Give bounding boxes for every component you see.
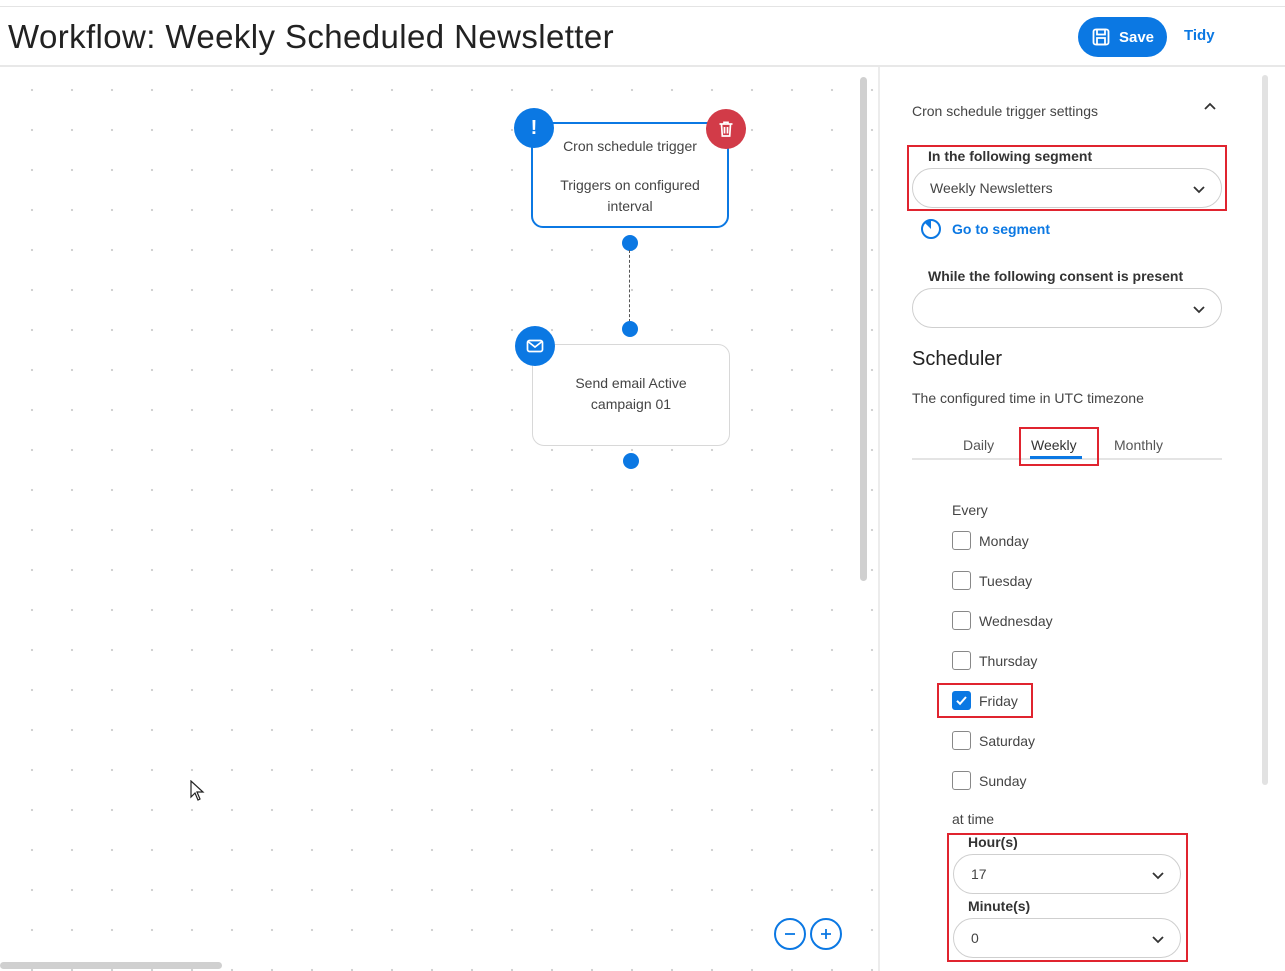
day-label: Wednesday bbox=[979, 612, 1053, 629]
segment-pie-icon bbox=[921, 219, 941, 239]
workflow-editor: Workflow: Weekly Scheduled Newsletter Sa… bbox=[0, 0, 1285, 971]
scheduler-subtitle: The configured time in UTC timezone bbox=[912, 390, 1144, 406]
time-highlight bbox=[947, 833, 1188, 962]
email-output-port[interactable] bbox=[623, 453, 639, 469]
chevron-up-icon[interactable] bbox=[1202, 99, 1218, 115]
day-monday[interactable]: Monday bbox=[952, 531, 1029, 550]
send-email-node[interactable]: Send email Active campaign 01 bbox=[532, 344, 730, 446]
header: Workflow: Weekly Scheduled Newsletter Sa… bbox=[0, 7, 1285, 67]
checkbox-thursday[interactable] bbox=[952, 651, 971, 670]
chevron-down-icon bbox=[1193, 306, 1205, 314]
settings-panel: Cron schedule trigger settings In the fo… bbox=[880, 67, 1285, 971]
minus-glyph bbox=[785, 933, 795, 935]
day-label: Sunday bbox=[979, 772, 1027, 789]
day-tuesday[interactable]: Tuesday bbox=[952, 571, 1032, 590]
checkbox-sunday[interactable] bbox=[952, 771, 971, 790]
trigger-output-port[interactable] bbox=[622, 235, 638, 251]
plus-glyph bbox=[821, 929, 831, 939]
day-label: Monday bbox=[979, 532, 1029, 549]
save-button-label: Save bbox=[1118, 28, 1155, 46]
mail-icon bbox=[515, 326, 555, 366]
day-label: Tuesday bbox=[979, 572, 1033, 589]
every-label: Every bbox=[952, 502, 988, 518]
mouse-cursor-icon bbox=[190, 780, 205, 801]
day-wednesday[interactable]: Wednesday bbox=[952, 611, 1053, 630]
mail-icon-graphic bbox=[526, 339, 544, 353]
tab-monthly[interactable]: Monthly bbox=[1114, 437, 1163, 453]
warning-icon[interactable]: ! bbox=[514, 108, 554, 148]
trigger-node-subtitle: Triggers on configured interval bbox=[560, 177, 700, 214]
checkbox-tuesday[interactable] bbox=[952, 571, 971, 590]
trigger-node-title: Cron schedule trigger bbox=[563, 138, 697, 154]
section-title: Cron schedule trigger settings bbox=[912, 103, 1098, 119]
email-node-label: Send email Active campaign 01 bbox=[575, 375, 687, 412]
checkbox-monday[interactable] bbox=[952, 531, 971, 550]
page-title: Workflow: Weekly Scheduled Newsletter bbox=[8, 18, 614, 55]
friday-highlight bbox=[937, 683, 1033, 718]
save-button[interactable]: Save bbox=[1078, 17, 1167, 57]
at-time-label: at time bbox=[952, 811, 995, 827]
day-saturday[interactable]: Saturday bbox=[952, 731, 1035, 750]
save-icon bbox=[1092, 28, 1110, 46]
consent-label: While the following consent is present bbox=[928, 268, 1184, 284]
go-to-segment-link[interactable]: Go to segment bbox=[920, 218, 1050, 240]
trash-icon-graphic bbox=[719, 121, 733, 137]
node-connector bbox=[629, 250, 630, 322]
canvas-vertical-scrollbar[interactable] bbox=[860, 77, 867, 581]
checkbox-wednesday[interactable] bbox=[952, 611, 971, 630]
zoom-out-icon[interactable] bbox=[774, 918, 806, 950]
email-input-port[interactable] bbox=[622, 321, 638, 337]
day-thursday[interactable]: Thursday bbox=[952, 651, 1037, 670]
workflow-canvas[interactable]: Cron schedule trigger Triggers on config… bbox=[0, 67, 878, 971]
cron-trigger-node[interactable]: Cron schedule trigger Triggers on config… bbox=[531, 122, 729, 228]
panel-scrollbar[interactable] bbox=[1262, 75, 1268, 785]
tab-daily[interactable]: Daily bbox=[963, 437, 994, 453]
canvas-horizontal-scrollbar[interactable] bbox=[0, 962, 222, 969]
scheduler-title: Scheduler bbox=[912, 348, 1003, 370]
day-sunday[interactable]: Sunday bbox=[952, 771, 1026, 790]
segment-highlight bbox=[907, 145, 1227, 211]
zoom-in-icon[interactable] bbox=[810, 918, 842, 950]
day-label: Thursday bbox=[979, 652, 1038, 669]
tidy-button[interactable]: Tidy bbox=[1184, 27, 1215, 44]
trash-icon[interactable] bbox=[706, 109, 746, 149]
weekly-tab-highlight bbox=[1019, 427, 1099, 466]
go-to-segment-label: Go to segment bbox=[952, 221, 1051, 237]
day-label: Saturday bbox=[979, 732, 1036, 749]
checkbox-saturday[interactable] bbox=[952, 731, 971, 750]
consent-select[interactable] bbox=[912, 288, 1222, 328]
warning-glyph: ! bbox=[530, 116, 538, 139]
